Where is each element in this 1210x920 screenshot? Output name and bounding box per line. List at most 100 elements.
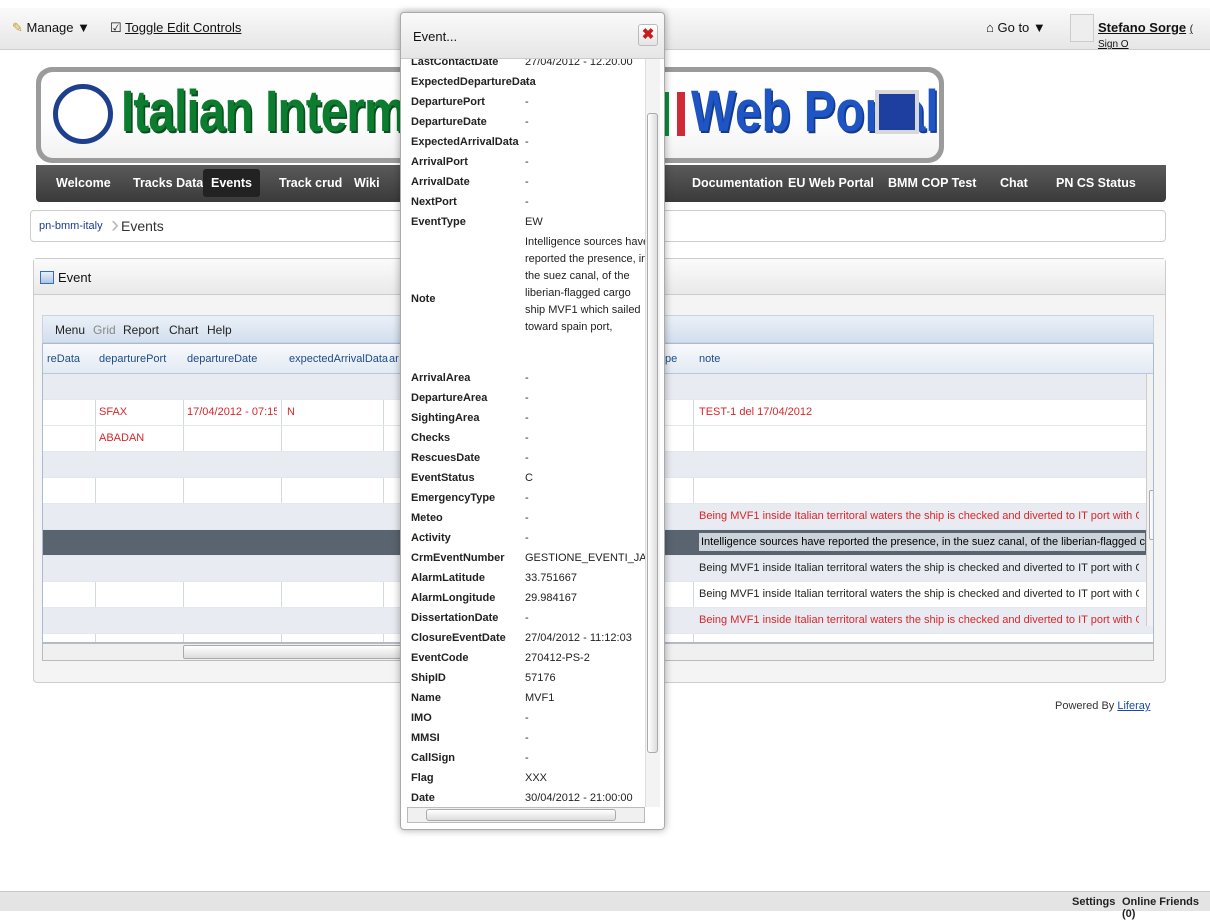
- detail-row: ExpectedDepartureData -: [407, 73, 645, 93]
- detail-key: Flag: [411, 772, 434, 784]
- detail-value: -: [525, 732, 529, 744]
- detail-value: 29.984167: [525, 592, 577, 604]
- nav-documentation[interactable]: Documentation: [692, 176, 783, 190]
- detail-value: -: [525, 136, 529, 148]
- goto-menu[interactable]: ⌂ Go to ▼: [986, 20, 1046, 35]
- detail-value: XXX: [525, 772, 548, 784]
- manage-menu[interactable]: ✎ Manage ▼: [12, 20, 90, 36]
- detail-value: 30/04/2012 - 21:00:00: [525, 792, 633, 804]
- detail-value: 270412-PS-2: [525, 652, 590, 664]
- col-header[interactable]: departureDate: [187, 353, 257, 365]
- nav-events[interactable]: Events: [203, 169, 260, 197]
- detail-key: EmergencyType: [411, 492, 496, 504]
- detail-row: ArrivalPort -: [407, 153, 645, 173]
- nav-pn-cs-status[interactable]: PN CS Status: [1056, 176, 1136, 190]
- detail-value: -: [525, 372, 529, 384]
- home-icon: ⌂: [986, 20, 994, 35]
- detail-value: MVF1: [525, 692, 555, 704]
- detail-value: 27/04/2012 - 12.20.00: [525, 59, 633, 68]
- detail-row: ExpectedArrivalData -: [407, 133, 645, 153]
- detail-row: DeparturePort -: [407, 93, 645, 113]
- toggle-edit-controls[interactable]: ☑ Toggle Edit Controls: [110, 20, 241, 36]
- breadcrumb-site[interactable]: pn-bmm-italy: [39, 220, 103, 232]
- menu-grid[interactable]: Grid: [93, 323, 116, 337]
- detail-row: Date 30/04/2012 - 21:00:00: [407, 789, 645, 807]
- window-icon: [40, 271, 54, 284]
- detail-key: SightingArea: [411, 412, 480, 424]
- nav-bmm-cop-test[interactable]: BMM COP Test: [888, 176, 976, 190]
- detail-value: -: [525, 96, 529, 108]
- portlet-title: Event: [58, 270, 92, 285]
- col-header[interactable]: reData: [47, 353, 80, 365]
- menu-report[interactable]: Report: [123, 323, 159, 337]
- nav-wiki[interactable]: Wiki: [354, 176, 380, 190]
- seal-logo: [53, 84, 113, 144]
- dialog-horizontal-scrollbar[interactable]: [407, 807, 645, 823]
- liferay-link[interactable]: Liferay: [1117, 700, 1150, 712]
- detail-row: Checks -: [407, 429, 645, 449]
- detail-value: -: [525, 156, 529, 168]
- menu-chart[interactable]: Chart: [169, 323, 198, 337]
- detail-value: -: [525, 176, 529, 188]
- detail-row: DissertationDate -: [407, 609, 645, 629]
- detail-row: EventType EW: [407, 213, 645, 233]
- scroll-thumb[interactable]: [426, 809, 616, 821]
- detail-value: 27/04/2012 - 11:12:03: [525, 632, 632, 644]
- detail-key: DissertationDate: [411, 612, 499, 624]
- col-header[interactable]: expectedArrivalData: [289, 353, 388, 365]
- detail-key: CrmEventNumber: [411, 552, 505, 564]
- scroll-thumb[interactable]: [647, 113, 658, 753]
- detail-value: Intelligence sources have reported the p…: [525, 236, 645, 333]
- detail-value: -: [525, 196, 529, 208]
- detail-row: IMO -: [407, 709, 645, 729]
- nav-chat[interactable]: Chat: [1000, 176, 1028, 190]
- event-details: LastContactDate 27/04/2012 - 12.20.00 Expe…: [407, 59, 645, 807]
- menu-help[interactable]: Help: [207, 323, 232, 337]
- detail-key: ArrivalDate: [411, 176, 470, 188]
- event-dialog: Event... ✖ LastContactDate 27/04/2012 - 1…: [400, 12, 665, 830]
- nav-eu-web-portal[interactable]: EU Web Portal: [788, 176, 874, 190]
- detail-row: AlarmLongitude 29.984167: [407, 589, 645, 609]
- detail-key: Checks: [411, 432, 451, 444]
- detail-value: -: [525, 116, 529, 128]
- settings-button[interactable]: Settings: [1072, 896, 1115, 908]
- avatar[interactable]: [1070, 14, 1094, 42]
- detail-value: -: [525, 512, 529, 524]
- col-header[interactable]: ar: [389, 353, 399, 365]
- dialog-title: Event...: [413, 29, 458, 44]
- detail-value: EW: [525, 216, 543, 228]
- detail-key: ShipID: [411, 672, 446, 684]
- dialog-header[interactable]: Event... ✖: [401, 13, 664, 59]
- nav-welcome[interactable]: Welcome: [56, 176, 111, 190]
- detail-row: SightingArea -: [407, 409, 645, 429]
- detail-key: EventStatus: [411, 472, 475, 484]
- detail-key: IMO: [411, 712, 432, 724]
- detail-key: Note: [411, 293, 436, 305]
- detail-key: EventType: [411, 216, 466, 228]
- scroll-thumb[interactable]: [1149, 490, 1153, 540]
- nav-tracks-data[interactable]: Tracks Data: [133, 176, 203, 190]
- close-icon[interactable]: ✖: [638, 24, 658, 46]
- col-header[interactable]: note: [699, 353, 720, 365]
- user-link[interactable]: Stefano Sorge ( Sign O: [1098, 20, 1210, 50]
- col-header[interactable]: departurePort: [99, 353, 166, 365]
- detail-value: -: [525, 492, 529, 504]
- detail-row: ArrivalArea -: [407, 369, 645, 389]
- detail-row: DepartureArea -: [407, 389, 645, 409]
- detail-key: Activity: [411, 532, 451, 544]
- detail-row: Flag XXX: [407, 769, 645, 789]
- detail-key: DepartureDate: [411, 116, 487, 128]
- detail-key: ExpectedArrivalData: [411, 136, 519, 148]
- online-friends-button[interactable]: Online Friends (0): [1122, 896, 1210, 920]
- detail-value: -: [525, 432, 529, 444]
- col-header[interactable]: pe: [665, 353, 677, 365]
- detail-row: CallSign -: [407, 749, 645, 769]
- menu-menu[interactable]: Menu: [55, 323, 85, 337]
- detail-key: EventCode: [411, 652, 469, 664]
- grid-vertical-scrollbar[interactable]: [1146, 374, 1153, 626]
- detail-key: CallSign: [411, 752, 456, 764]
- nav-track-crud[interactable]: Track crud: [279, 176, 342, 190]
- detail-key: ExpectedDepartureData: [411, 76, 536, 88]
- detail-value: 33.751667: [525, 572, 577, 584]
- detail-key: DepartureArea: [411, 392, 488, 404]
